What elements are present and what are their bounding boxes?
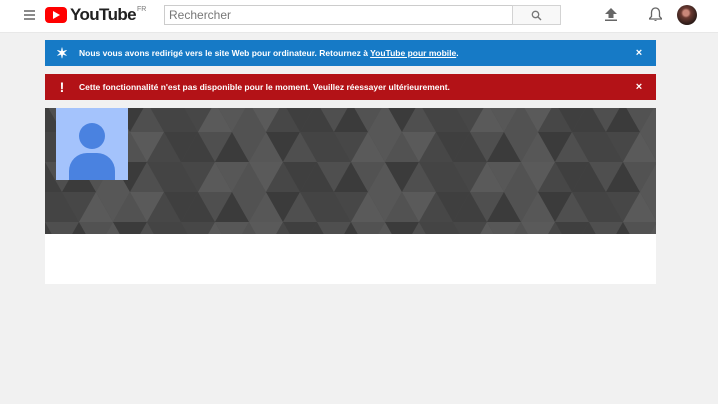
search-icon: [531, 10, 542, 21]
redirect-alert-message: Nous vous avons redirigé vers le site We…: [79, 48, 459, 58]
channel-banner: [45, 108, 656, 234]
upload-icon[interactable]: [605, 8, 617, 21]
close-icon[interactable]: ×: [622, 47, 656, 59]
youtube-logo[interactable]: YouTube FR: [45, 5, 146, 25]
error-alert-message: Cette fonctionnalité n'est pas disponibl…: [79, 82, 450, 92]
mobile-link[interactable]: YouTube pour mobile: [370, 48, 456, 58]
channel-header: [45, 108, 656, 284]
logo-text: YouTube: [70, 5, 137, 24]
channel-avatar[interactable]: [56, 108, 128, 180]
banner-pattern: [45, 108, 656, 234]
search-button[interactable]: [512, 5, 561, 25]
bell-icon[interactable]: [649, 7, 662, 22]
search-box: [164, 5, 514, 25]
exclamation-icon: !: [59, 79, 65, 95]
avatar[interactable]: [677, 5, 697, 25]
masthead: YouTube FR: [0, 0, 718, 33]
close-icon[interactable]: ×: [622, 81, 656, 93]
error-alert: ! Cette fonctionnalité n'est pas disponi…: [45, 74, 656, 100]
redirect-alert: ✶ Nous vous avons redirigé vers le site …: [45, 40, 656, 66]
star-icon: ✶: [56, 44, 68, 61]
youtube-play-icon: [45, 7, 67, 23]
default-avatar-body: [69, 153, 115, 180]
search-input[interactable]: [165, 6, 509, 24]
default-avatar-head: [79, 123, 105, 149]
menu-icon[interactable]: [24, 10, 35, 20]
country-code: FR: [137, 6, 147, 13]
